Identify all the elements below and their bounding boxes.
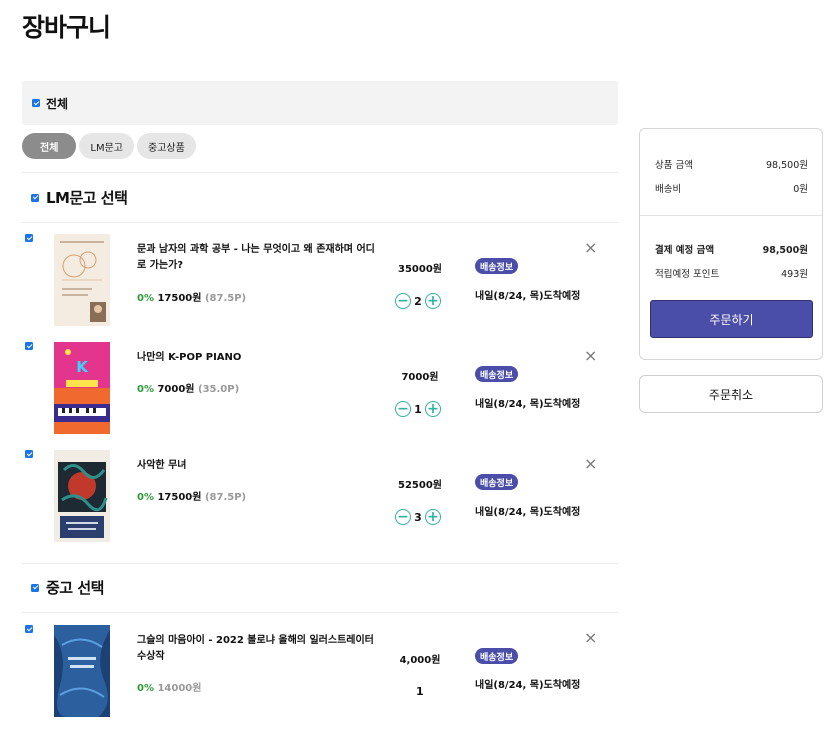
item-points: (87.5P) [204,293,247,304]
item-discount: 0% [137,384,154,395]
cart-item: 문과 남자의 과학 공부 - 나는 무엇이고 왜 존재하며 어디로 가는가? 0… [22,234,618,334]
item-total: 52500원 [398,480,442,491]
item-discount: 0% [137,293,154,304]
points-value: 493원 [781,269,808,280]
remove-item-icon[interactable]: × [584,630,597,646]
item-discount: 0% [137,683,154,694]
arrival-text: 내일(8/24, 목)도착예정 [475,291,581,302]
shipping-info-badge[interactable]: 배송정보 [475,258,519,274]
item-title[interactable]: 그슬의 마음아이 - 2022 볼로냐 올해의 일러스트레이터 수상작 [137,633,377,665]
quantity-stepper: − 2 + [395,293,441,309]
book-cover-image[interactable] [54,625,110,717]
product-amount-row: 상품 금액 98,500원 [655,157,808,171]
cart-item: 사악한 무녀 0% 17500원 (87.5P) 52500원 − 3 + 배송… [22,450,618,550]
minus-button[interactable]: − [395,401,411,417]
product-amount-value: 98,500원 [766,160,808,171]
section-lm-checkbox[interactable] [31,193,39,202]
item-price-row: 0% 7000원 (35.0P) [137,380,239,395]
quantity-value: 3 [414,510,422,524]
section-used-header[interactable]: 중고 선택 [31,577,104,598]
item-price-row: 0% 17500원 (87.5P) [137,289,246,304]
filter-tabs: 전체 LM문고 중고상품 [22,133,196,159]
cart-item: 그슬의 마음아이 - 2022 볼로냐 올해의 일러스트레이터 수상작 0% 1… [22,625,618,725]
item-points: (35.0P) [198,384,240,395]
shipping-info-badge[interactable]: 배송정보 [475,474,519,490]
item-price: 17500원 [157,492,202,503]
section-lm-header[interactable]: LM문고 선택 [31,187,128,208]
divider [22,612,618,613]
remove-item-icon[interactable]: × [584,456,597,472]
cart-item: K 나만의 K-POP PIANO 0% 7000원 (35.0P) 7000원… [22,342,618,442]
remove-item-icon[interactable]: × [584,348,597,364]
minus-button[interactable]: − [395,509,411,525]
total-row: 결제 예정 금액 98,500원 [655,242,808,256]
item-checkbox[interactable] [25,234,33,242]
item-price-row: 0% 14000원 [137,679,201,694]
divider [22,563,618,564]
quantity-value: 2 [414,294,422,308]
item-total: 4,000원 [399,655,441,666]
filter-lm[interactable]: LM문고 [79,133,135,159]
section-used-label: 중고 선택 [46,579,104,597]
item-total: 35000원 [398,264,442,275]
book-cover-image[interactable]: K [54,342,110,434]
item-points: (87.5P) [204,492,247,503]
select-all-label: 전체 [46,96,69,111]
arrival-text: 내일(8/24, 목)도착예정 [475,507,581,518]
shipping-label: 배송비 [655,184,682,195]
divider [22,172,618,173]
select-all-bar[interactable]: 전체 [22,81,618,125]
total-label: 결제 예정 금액 [655,245,715,256]
section-lm-label: LM문고 선택 [46,189,128,207]
product-amount-label: 상품 금액 [655,160,693,171]
minus-button[interactable]: − [395,293,411,309]
item-price: 17500원 [157,293,202,304]
arrival-text: 내일(8/24, 목)도착예정 [475,399,581,410]
select-all-checkbox[interactable] [32,99,40,107]
filter-all[interactable]: 전체 [22,133,77,159]
order-summary: 상품 금액 98,500원 배송비 0원 결제 예정 금액 98,500원 적립… [639,128,823,360]
shipping-info-badge[interactable]: 배송정보 [475,366,519,382]
item-title[interactable]: 사악한 무녀 [137,458,377,474]
quantity-stepper: − 1 + [395,401,441,417]
remove-item-icon[interactable]: × [584,240,597,256]
total-value: 98,500원 [762,245,808,256]
item-checkbox[interactable] [25,625,33,633]
plus-button[interactable]: + [425,509,441,525]
plus-button[interactable]: + [425,401,441,417]
cancel-order-button[interactable]: 주문취소 [639,375,823,413]
order-button[interactable]: 주문하기 [650,300,813,338]
quantity-value: 1 [416,685,424,698]
quantity-stepper: − 3 + [395,509,441,525]
plus-button[interactable]: + [425,293,441,309]
book-cover-image[interactable] [54,450,110,542]
summary-divider [640,215,822,216]
quantity-value: 1 [414,402,422,416]
book-cover-image[interactable] [54,234,110,326]
shipping-value: 0원 [793,184,808,195]
item-total: 7000원 [401,372,439,383]
shipping-row: 배송비 0원 [655,181,808,195]
item-checkbox[interactable] [25,342,33,350]
item-title[interactable]: 문과 남자의 과학 공부 - 나는 무엇이고 왜 존재하며 어디로 가는가? [137,242,377,274]
filter-used[interactable]: 중고상품 [137,133,196,159]
divider [22,222,618,223]
item-price-row: 0% 17500원 (87.5P) [137,488,246,503]
arrival-text: 내일(8/24, 목)도착예정 [475,680,581,691]
item-title[interactable]: 나만의 K-POP PIANO [137,350,377,366]
item-discount: 0% [137,492,154,503]
points-label: 적립예정 포인트 [655,269,720,280]
item-price: 14000원 [157,683,202,694]
shipping-info-badge[interactable]: 배송정보 [475,648,519,664]
item-price: 7000원 [157,384,195,395]
page-title: 장바구니 [22,13,111,42]
item-checkbox[interactable] [25,450,33,458]
section-used-checkbox[interactable] [31,583,39,592]
points-row: 적립예정 포인트 493원 [655,266,808,280]
svg-text:K: K [76,358,89,376]
